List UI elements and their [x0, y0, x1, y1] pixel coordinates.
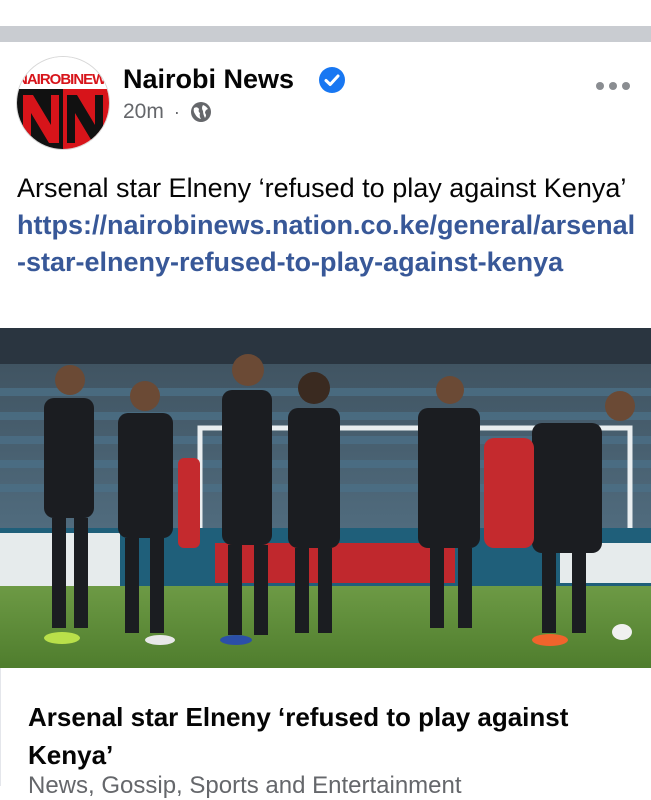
- post-link[interactable]: https://nairobinews.nation.co.ke/general…: [17, 210, 635, 277]
- post-text-body: Arsenal star Elneny ‘refused to play aga…: [17, 173, 626, 203]
- post-header: NAIROBINEWS Nairobi News 20m ·: [0, 42, 651, 160]
- feed-post: NAIROBINEWS Nairobi News 20m · Arsenal s…: [0, 42, 651, 799]
- feed-separator: [0, 26, 651, 42]
- link-preview-title[interactable]: Arsenal star Elneny ‘refused to play aga…: [28, 698, 638, 774]
- page-avatar[interactable]: NAIROBINEWS: [16, 56, 110, 150]
- post-photo[interactable]: [0, 328, 651, 668]
- page-name[interactable]: Nairobi News: [123, 64, 294, 95]
- top-spacer: [0, 0, 651, 26]
- players-training-photo: [0, 328, 651, 668]
- link-preview-subtitle: News, Gossip, Sports and Entertainment: [28, 772, 462, 799]
- link-preview-card[interactable]: Arsenal star Elneny ‘refused to play aga…: [0, 668, 651, 799]
- meta-separator: ·: [173, 101, 180, 122]
- verified-badge-icon: [319, 67, 345, 93]
- post-text: Arsenal star Elneny ‘refused to play aga…: [17, 170, 637, 281]
- more-options-icon[interactable]: [595, 80, 631, 92]
- post-time[interactable]: 20m: [123, 100, 164, 124]
- globe-icon: [190, 102, 211, 122]
- avatar-logo-text: NAIROBINEWS: [17, 71, 110, 88]
- post-meta: 20m ·: [123, 100, 212, 124]
